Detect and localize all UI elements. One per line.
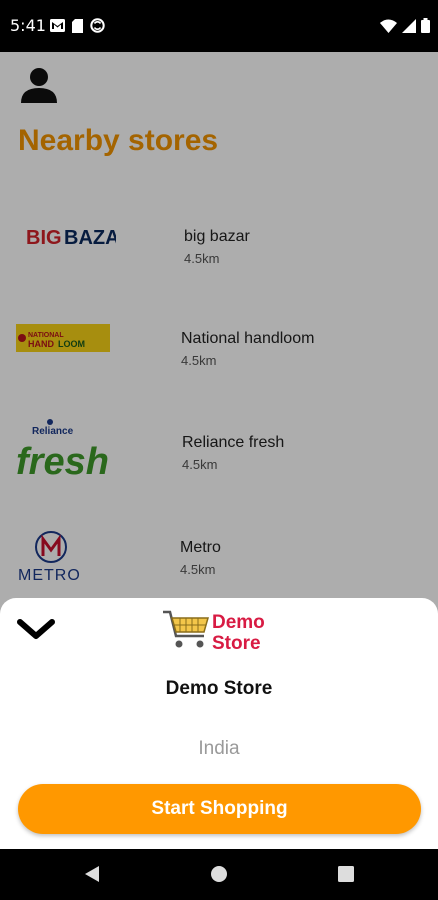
svg-text:Demo: Demo: [212, 612, 265, 633]
battery-icon: [421, 18, 430, 33]
sd-card-icon: [72, 18, 83, 33]
shopping-cart-icon: Demo Store: [163, 610, 265, 652]
chevron-down-icon[interactable]: [16, 614, 56, 642]
status-time: 5:41: [10, 16, 46, 35]
gmail-icon: [50, 19, 65, 32]
status-icons-left: [50, 18, 105, 33]
svg-text:Store: Store: [212, 633, 261, 652]
system-nav-bar: [0, 849, 438, 900]
back-icon[interactable]: [84, 865, 100, 883]
signal-icon: [402, 18, 416, 33]
home-icon[interactable]: [211, 866, 227, 882]
store-title: Demo Store: [165, 678, 273, 699]
sync-icon: [90, 18, 105, 33]
status-bar: 5:41: [0, 0, 438, 52]
recents-icon[interactable]: [338, 866, 354, 882]
store-bottom-sheet: Demo Store Demo Store India Start Shoppi…: [0, 598, 438, 849]
wifi-icon: [380, 19, 397, 33]
demo-store-logo: Demo Store: [162, 606, 274, 652]
start-shopping-button[interactable]: Start Shopping: [18, 784, 421, 834]
status-icons-right: [380, 18, 430, 33]
store-country: India: [198, 738, 240, 759]
